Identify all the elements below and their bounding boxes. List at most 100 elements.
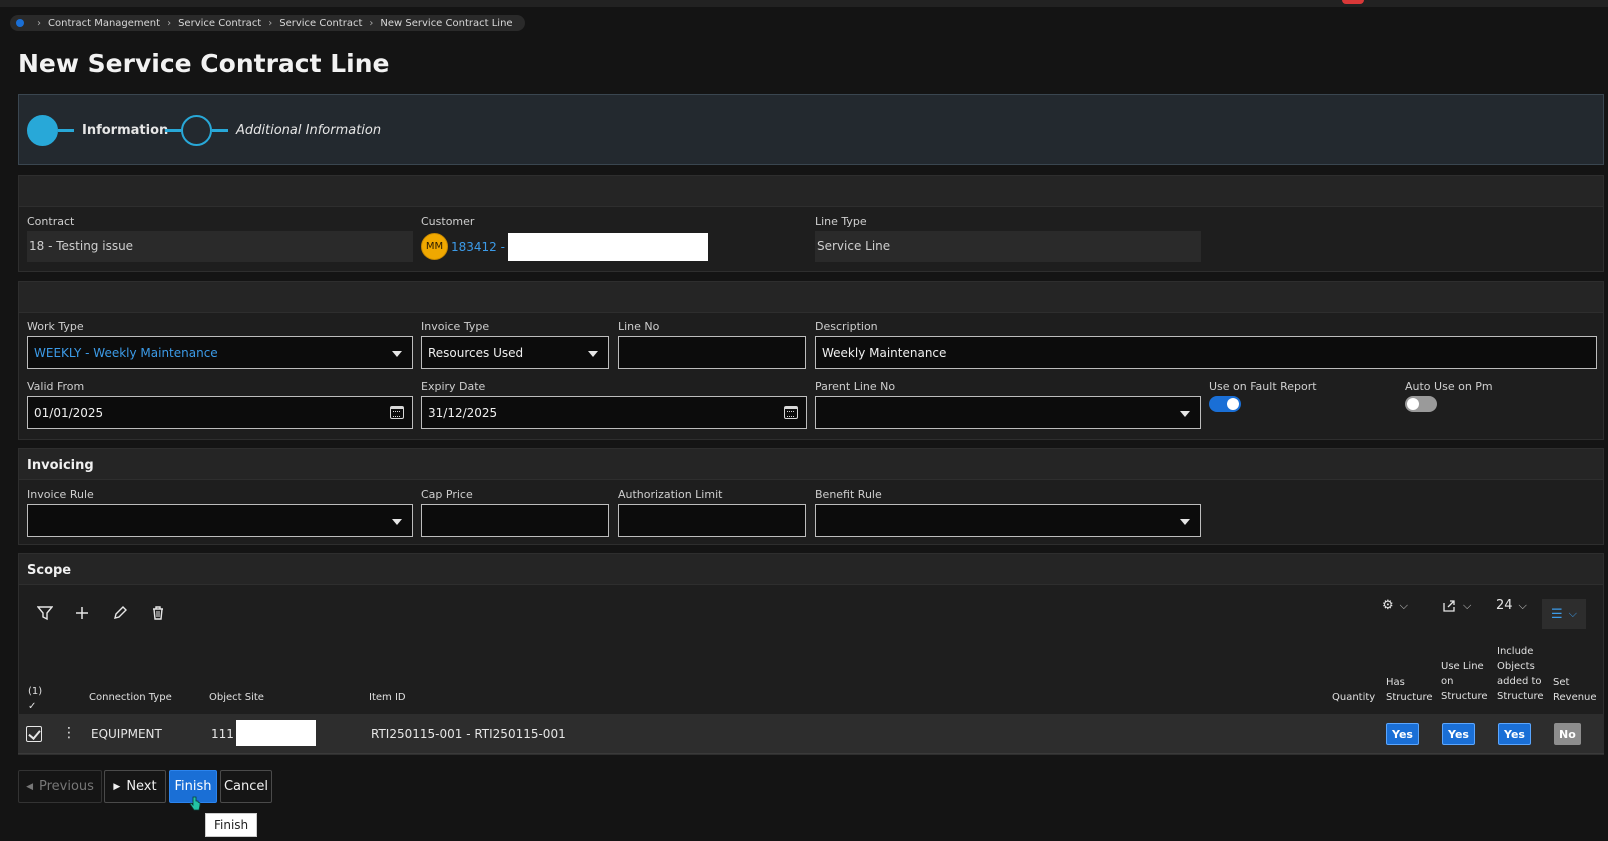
table-row[interactable]: ⋮ EQUIPMENT 111 - RTI250115-001 - RTI250… [18, 714, 1604, 754]
edit-icon[interactable] [112, 605, 128, 621]
chevron-down-icon[interactable] [392, 519, 402, 525]
next-button[interactable]: ▶ Next [104, 770, 166, 803]
top-strip [0, 0, 1608, 7]
breadcrumb-item-current: New Service Contract Line [380, 17, 513, 29]
section-header: Scope [19, 554, 1603, 585]
chevron-down-icon[interactable] [392, 351, 402, 357]
contract-label: Contract [27, 215, 75, 228]
column-header-set-revenue[interactable]: Set Revenue [1553, 675, 1597, 705]
auto-use-on-pm-toggle[interactable] [1405, 396, 1437, 412]
next-label: Next [126, 779, 157, 794]
column-header-quantity[interactable]: Quantity [1332, 690, 1375, 705]
cap-price-label: Cap Price [421, 488, 473, 501]
contract-field: Contract 18 - Testing issue [27, 215, 413, 262]
valid-from-field: Valid From 01/01/2025 [27, 380, 413, 429]
work-type-select[interactable]: WEEKLY - Weekly Maintenance [27, 336, 413, 369]
redacted-customer-name [507, 232, 708, 261]
customer-link[interactable]: 183412 - [451, 240, 505, 254]
selected-count: (1) ✓ [28, 684, 42, 714]
list-view-icon: ☰ [1551, 606, 1563, 622]
toggle-knob [1227, 398, 1239, 410]
column-header-item-id[interactable]: Item ID [369, 690, 406, 705]
chevron-down-icon: ⌵ [1568, 607, 1577, 620]
breadcrumb-separator-icon: › [369, 17, 374, 29]
item-id-cell: RTI250115-001 - RTI250115-001 [371, 727, 566, 741]
page-size-select[interactable]: 24 ⌵ [1496, 598, 1527, 613]
step-connector [58, 129, 74, 132]
contract-section: Contract 18 - Testing issue Customer MM … [18, 175, 1604, 272]
chevron-down-icon[interactable] [1180, 411, 1190, 417]
authorization-limit-label: Authorization Limit [618, 488, 723, 501]
section-header [19, 176, 1603, 207]
customer-field: Customer MM 183412 - [421, 215, 807, 262]
invoice-rule-field: Invoice Rule [27, 488, 413, 537]
chevron-down-icon[interactable] [1180, 519, 1190, 525]
section-header: Invoicing [19, 449, 1603, 480]
chevron-left-icon: ◀ [26, 781, 33, 792]
filter-icon[interactable] [37, 605, 53, 621]
add-icon[interactable] [74, 605, 90, 621]
chevron-down-icon: ⌵ [1463, 598, 1472, 612]
breadcrumb-separator-icon: › [268, 17, 273, 29]
line-type-value: Service Line [815, 231, 1201, 262]
previous-button[interactable]: ◀ Previous [18, 770, 102, 803]
export-menu[interactable]: ⌵ [1442, 598, 1471, 613]
row-checkbox[interactable] [26, 726, 42, 742]
toggle-knob [1407, 398, 1419, 410]
parent-line-no-select[interactable] [815, 396, 1201, 429]
view-mode-select[interactable]: ☰ ⌵ [1542, 599, 1586, 629]
calendar-icon[interactable] [390, 406, 404, 419]
notification-indicator[interactable] [1342, 0, 1364, 4]
column-header-has-structure[interactable]: Has Structure [1386, 675, 1433, 705]
more-options-icon[interactable]: ⋮ [62, 725, 76, 741]
step-information[interactable]: Information [27, 115, 168, 146]
cancel-button[interactable]: Cancel [220, 770, 272, 803]
benefit-rule-label: Benefit Rule [815, 488, 882, 501]
authorization-limit-input[interactable] [618, 504, 806, 537]
column-header-object-site[interactable]: Object Site [209, 690, 264, 705]
parent-line-no-label: Parent Line No [815, 380, 896, 393]
valid-from-input[interactable]: 01/01/2025 [27, 396, 413, 429]
parent-line-no-field: Parent Line No [815, 380, 1201, 429]
breadcrumb-item[interactable]: Service Contract [279, 18, 362, 29]
settings-icon: ⚙ [1382, 598, 1394, 613]
authorization-limit-field: Authorization Limit [618, 488, 806, 537]
step-additional-information[interactable]: Additional Information [165, 115, 381, 146]
breadcrumb-item[interactable]: Service Contract [178, 18, 261, 29]
contract-value: 18 - Testing issue [27, 231, 413, 262]
column-header-include-objects[interactable]: Include Objects added to Structure [1497, 644, 1544, 704]
settings-menu[interactable]: ⚙ ⌵ [1382, 598, 1408, 613]
chevron-down-icon: ⌵ [1399, 598, 1408, 612]
benefit-rule-select[interactable] [815, 504, 1201, 537]
calendar-icon[interactable] [784, 406, 798, 419]
cap-price-field: Cap Price [421, 488, 609, 537]
use-line-on-structure-badge: Yes [1442, 723, 1475, 745]
delete-icon[interactable] [150, 605, 166, 621]
work-type-field: Work Type WEEKLY - Weekly Maintenance [27, 320, 413, 369]
details-section: Work Type WEEKLY - Weekly Maintenance In… [18, 281, 1604, 440]
home-icon[interactable] [16, 19, 24, 27]
breadcrumb-item[interactable]: Contract Management [48, 18, 160, 29]
connection-type-cell: EQUIPMENT [91, 727, 162, 741]
cap-price-input[interactable] [421, 504, 609, 537]
include-objects-badge: Yes [1498, 723, 1531, 745]
benefit-rule-field: Benefit Rule [815, 488, 1201, 537]
description-input[interactable]: Weekly Maintenance [815, 336, 1597, 369]
valid-from-value: 01/01/2025 [34, 406, 104, 420]
invoice-type-label: Invoice Type [421, 320, 490, 333]
page-title: New Service Contract Line [18, 49, 390, 78]
chevron-down-icon[interactable] [588, 351, 598, 357]
invoice-type-select[interactable]: Resources Used [421, 336, 609, 369]
invoice-type-value: Resources Used [428, 346, 524, 360]
line-no-input[interactable] [618, 336, 806, 369]
use-on-fault-report-toggle[interactable] [1209, 396, 1241, 412]
page-size-value: 24 [1496, 598, 1513, 613]
column-header-use-line-on-structure[interactable]: Use Line on Structure [1441, 659, 1488, 704]
expiry-date-input[interactable]: 31/12/2025 [421, 396, 807, 429]
step-inactive-icon [181, 115, 212, 146]
breadcrumb: › Contract Management › Service Contract… [10, 15, 525, 31]
column-header-connection-type[interactable]: Connection Type [89, 690, 172, 705]
invoice-rule-select[interactable] [27, 504, 413, 537]
section-header [19, 282, 1603, 313]
use-on-fault-report-label: Use on Fault Report [1209, 380, 1317, 393]
